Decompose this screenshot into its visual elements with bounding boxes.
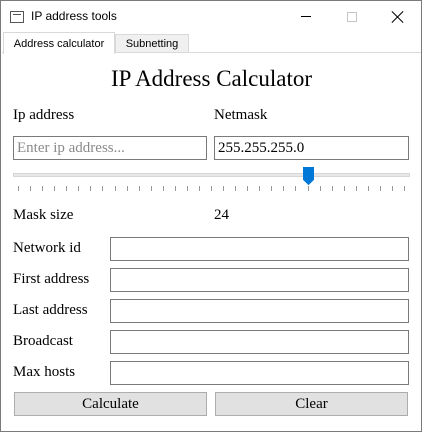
minimize-icon <box>301 16 311 17</box>
slider-tick <box>355 186 357 191</box>
slider-tick <box>162 186 164 191</box>
slider-tick <box>247 186 249 191</box>
netmask-label: Netmask <box>214 107 268 123</box>
slider-tick <box>404 186 405 191</box>
maximize-button[interactable] <box>329 1 375 32</box>
calculate-button[interactable]: Calculate <box>14 392 207 416</box>
close-button[interactable] <box>375 1 421 32</box>
mask-size-label: Mask size <box>13 207 74 223</box>
slider-tick <box>90 186 92 191</box>
slider-tick <box>114 186 116 191</box>
slider-tick <box>343 186 345 191</box>
broadcast-field[interactable] <box>110 330 409 354</box>
slider-tick <box>102 186 104 191</box>
tab-bar: Address calculator Subnetting <box>2 32 421 54</box>
slider-tick <box>319 186 321 191</box>
slider-tick <box>42 186 44 191</box>
slider-tick <box>150 186 152 191</box>
slider-tick <box>295 186 297 191</box>
app-window: IP address tools Address calculator Subn… <box>0 0 422 432</box>
slider-tick <box>283 186 285 191</box>
ip-address-label: Ip address <box>13 107 75 123</box>
app-window-icon <box>10 11 24 23</box>
network-id-label: Network id <box>13 240 81 256</box>
slider-tick <box>138 186 140 191</box>
max-hosts-label: Max hosts <box>13 364 76 380</box>
slider-tick <box>186 186 188 191</box>
max-hosts-field[interactable] <box>110 361 409 385</box>
slider-track <box>13 173 410 177</box>
tab-address-calculator[interactable]: Address calculator <box>3 32 115 54</box>
ip-address-input[interactable] <box>13 136 207 160</box>
minimize-button[interactable] <box>283 1 329 32</box>
address-calculator-panel: IP Address Calculator Ip address Netmask… <box>2 53 421 431</box>
page-title: IP Address Calculator <box>110 66 312 91</box>
slider-tick <box>271 186 273 191</box>
window-title: IP address tools <box>31 9 117 23</box>
slider-tick <box>307 186 309 191</box>
slider-tick <box>54 186 56 191</box>
mask-size-value: 24 <box>214 207 229 223</box>
slider-thumb[interactable] <box>302 167 314 185</box>
slider-tick <box>66 186 68 191</box>
slider-tick <box>235 186 237 191</box>
mask-size-slider[interactable] <box>13 167 410 201</box>
title-bar[interactable]: IP address tools <box>1 1 421 32</box>
slider-tick <box>30 186 32 191</box>
slider-tick <box>367 186 369 191</box>
maximize-icon <box>347 11 357 22</box>
netmask-input[interactable] <box>214 136 409 160</box>
slider-tick <box>198 186 200 191</box>
last-address-field[interactable] <box>110 299 409 323</box>
broadcast-label: Broadcast <box>13 333 73 349</box>
first-address-field[interactable] <box>110 268 409 292</box>
slider-tick <box>331 186 333 191</box>
slider-tick <box>259 186 261 191</box>
slider-tick <box>223 186 225 191</box>
slider-tick <box>174 186 176 191</box>
clear-button[interactable]: Clear <box>215 392 408 416</box>
tab-subnetting[interactable]: Subnetting <box>115 34 189 53</box>
slider-tick <box>18 186 19 191</box>
network-id-field[interactable] <box>110 237 409 261</box>
first-address-label: First address <box>13 271 90 287</box>
slider-tick <box>211 186 212 191</box>
slider-tick <box>379 186 381 191</box>
slider-tick <box>126 186 128 191</box>
last-address-label: Last address <box>13 302 88 318</box>
slider-tick <box>391 186 393 191</box>
close-icon <box>392 11 404 23</box>
slider-tick <box>78 186 80 191</box>
